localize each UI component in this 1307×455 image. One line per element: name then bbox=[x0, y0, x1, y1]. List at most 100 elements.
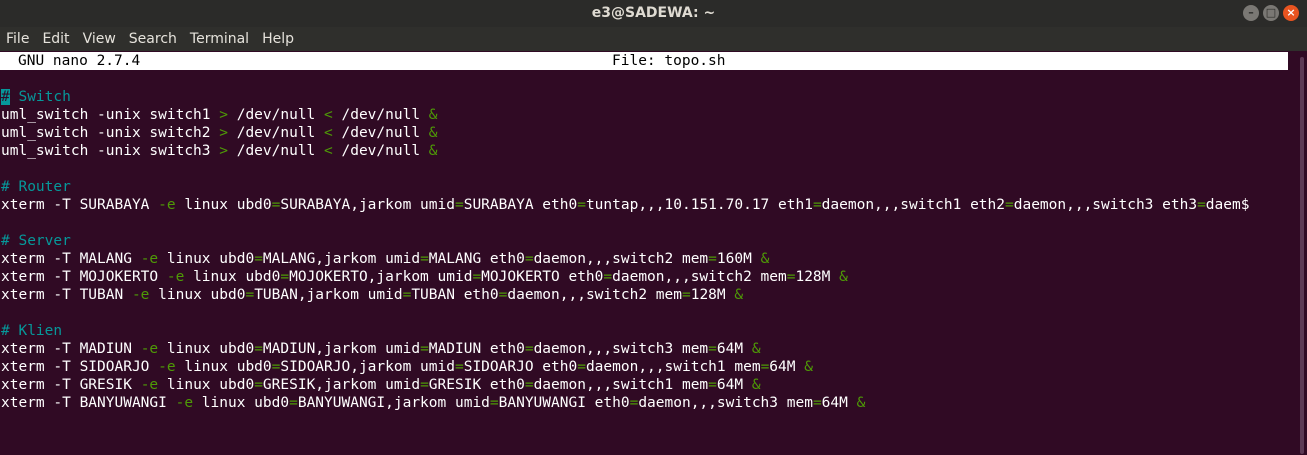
code-token: = bbox=[760, 359, 770, 375]
code-token: 64M bbox=[821, 395, 857, 411]
code-token: > bbox=[219, 125, 228, 141]
code-token: /dev/null bbox=[227, 107, 325, 123]
code-token: = bbox=[289, 395, 298, 411]
code-token: linux ubd0 bbox=[175, 197, 272, 213]
menu-search[interactable]: Search bbox=[123, 31, 184, 47]
code-token: > bbox=[219, 143, 228, 159]
menu-view[interactable]: View bbox=[77, 31, 123, 47]
code-token: 128M bbox=[690, 287, 735, 303]
code-token: xterm -T GRESIK bbox=[1, 377, 141, 393]
code-token: = bbox=[524, 251, 534, 267]
code-token: = bbox=[708, 251, 717, 267]
code-token: = bbox=[524, 377, 534, 393]
code-token: = bbox=[280, 269, 290, 285]
code-token: < bbox=[324, 125, 333, 141]
code-token: -e bbox=[140, 341, 159, 357]
code-token: MALANG eth0 bbox=[428, 251, 525, 267]
code-line: xterm -T TUBAN -e linux ubd0=TUBAN,jarko… bbox=[1, 286, 1249, 304]
menu-file[interactable]: File bbox=[0, 31, 36, 47]
code-line: # Switch bbox=[1, 88, 1249, 106]
menu-help[interactable]: Help bbox=[256, 31, 301, 47]
code-token: = bbox=[245, 287, 255, 303]
code-token: daem$ bbox=[1205, 197, 1250, 213]
code-token: = bbox=[254, 341, 263, 357]
code-token: = bbox=[420, 377, 429, 393]
window-titlebar[interactable]: e3@SADEWA: ~ – □ × bbox=[0, 0, 1307, 27]
code-token: BANYUWANGI eth0 bbox=[498, 395, 630, 411]
code-token: = bbox=[603, 269, 613, 285]
code-token: = bbox=[1197, 197, 1206, 213]
code-token: = bbox=[708, 341, 717, 357]
code-token: linux ubd0 bbox=[158, 341, 255, 357]
code-token: 64M bbox=[769, 359, 805, 375]
code-line: # Server bbox=[1, 232, 1249, 250]
code-token: > bbox=[219, 107, 228, 123]
code-token: daemon,,,switch2 mem bbox=[533, 251, 709, 267]
code-token: = bbox=[524, 341, 534, 357]
code-line: # Router bbox=[1, 178, 1249, 196]
code-token: = bbox=[577, 359, 586, 375]
code-token: = bbox=[420, 341, 429, 357]
code-token: & bbox=[428, 107, 438, 123]
code-token: = bbox=[472, 269, 482, 285]
code-token: MOJOKERTO eth0 bbox=[481, 269, 604, 285]
scrollbar-thumb[interactable] bbox=[1300, 57, 1304, 454]
code-token: MALANG,jarkom umid bbox=[262, 251, 421, 267]
code-token: MADIUN,jarkom umid bbox=[262, 341, 421, 357]
code-token: -e bbox=[158, 197, 176, 213]
code-token: 64M bbox=[716, 341, 752, 357]
code-token: xterm -T SIDOARJO bbox=[1, 359, 159, 375]
code-token: MOJOKERTO,jarkom umid bbox=[289, 269, 473, 285]
code-token: TUBAN,jarkom umid bbox=[254, 287, 403, 303]
scrollbar[interactable] bbox=[1296, 51, 1307, 455]
code-token: daemon,,,switch2 mem bbox=[612, 269, 787, 285]
code-token: = bbox=[812, 395, 822, 411]
code-token: < bbox=[324, 143, 333, 159]
code-token: /dev/null bbox=[227, 125, 325, 141]
code-token: SURABAYA eth0 bbox=[463, 197, 578, 213]
code-token: -e bbox=[175, 395, 194, 411]
code-token: xterm -T MALANG bbox=[1, 251, 141, 267]
window-title: e3@SADEWA: ~ bbox=[591, 5, 716, 21]
code-token: -e bbox=[140, 377, 159, 393]
code-token: & bbox=[839, 269, 848, 285]
code-token: SIDOARJO eth0 bbox=[463, 359, 578, 375]
code-token: xterm -T MOJOKERTO bbox=[1, 269, 167, 285]
window-controls: – □ × bbox=[1243, 5, 1299, 21]
code-token: # Router bbox=[1, 179, 71, 195]
code-token: Switch bbox=[9, 89, 71, 105]
code-token: = bbox=[489, 395, 499, 411]
code-token: SIDOARJO,jarkom umid bbox=[280, 359, 455, 375]
code-token: xterm -T SURABAYA bbox=[1, 197, 159, 213]
terminal-area[interactable]: GNU nano 2.7.4 File: topo.sh # Switch uml… bbox=[0, 51, 1296, 455]
code-token: /dev/null bbox=[332, 143, 429, 159]
code-token: daemon,,,switch3 eth3 bbox=[1013, 197, 1198, 213]
code-token: & bbox=[760, 251, 770, 267]
code-token: = bbox=[420, 251, 429, 267]
code-token: xterm -T BANYUWANGI bbox=[1, 395, 176, 411]
code-line: xterm -T MADIUN -e linux ubd0=MADIUN,jar… bbox=[1, 340, 1249, 358]
text-cursor: # bbox=[1, 89, 10, 105]
editor-buffer[interactable]: # Switch uml_switch -unix switch1 > /dev/… bbox=[1, 88, 1249, 412]
close-icon[interactable]: × bbox=[1283, 5, 1299, 21]
code-token: & bbox=[734, 287, 744, 303]
code-token: & bbox=[856, 395, 866, 411]
code-token: GRESIK,jarkom umid bbox=[262, 377, 421, 393]
menu-edit[interactable]: Edit bbox=[36, 31, 76, 47]
code-line: xterm -T SURABAYA -e linux ubd0 = SURABAYA… bbox=[1, 196, 1249, 214]
minimize-icon[interactable]: – bbox=[1243, 5, 1259, 21]
code-token: TUBAN eth0 bbox=[411, 287, 499, 303]
menu-terminal[interactable]: Terminal bbox=[184, 31, 256, 47]
code-token: daemon,,,switch1 mem bbox=[585, 359, 761, 375]
code-token: # Server bbox=[1, 233, 71, 249]
code-token: daemon,,,switch1 eth2 bbox=[821, 197, 1005, 213]
code-token: xterm -T TUBAN bbox=[1, 287, 132, 303]
code-token: & bbox=[804, 359, 813, 375]
nano-header: GNU nano 2.7.4 File: topo.sh bbox=[0, 52, 1288, 70]
code-token: BANYUWANGI,jarkom umid bbox=[297, 395, 490, 411]
code-token: /dev/null bbox=[227, 143, 325, 159]
maximize-icon[interactable]: □ bbox=[1263, 5, 1279, 21]
code-token: MADIUN eth0 bbox=[428, 341, 525, 357]
